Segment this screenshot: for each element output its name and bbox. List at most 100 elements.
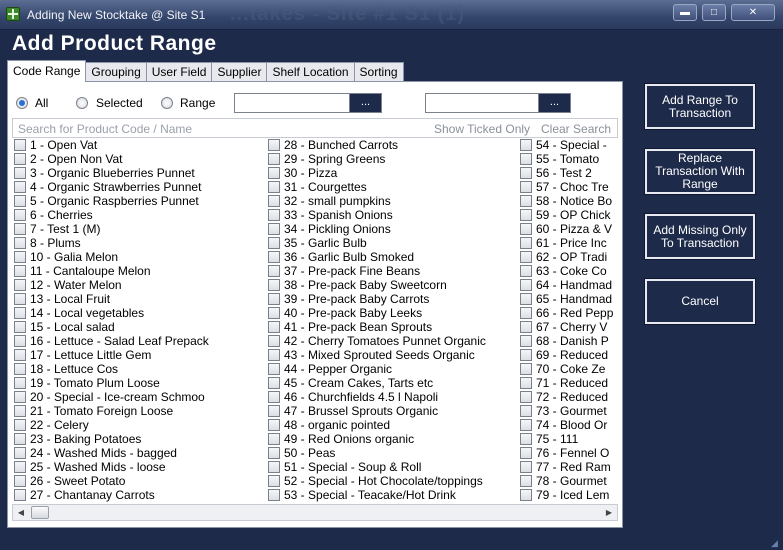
product-checkbox[interactable] bbox=[268, 475, 280, 487]
product-checkbox[interactable] bbox=[14, 475, 26, 487]
maximize-button[interactable]: □ bbox=[702, 4, 726, 21]
radio-range-label[interactable]: Range bbox=[180, 96, 215, 110]
product-checkbox[interactable] bbox=[268, 279, 280, 291]
product-checkbox[interactable] bbox=[520, 265, 532, 277]
product-checkbox[interactable] bbox=[268, 153, 280, 165]
product-checkbox[interactable] bbox=[14, 405, 26, 417]
product-checkbox[interactable] bbox=[268, 237, 280, 249]
product-checkbox[interactable] bbox=[520, 335, 532, 347]
product-checkbox[interactable] bbox=[268, 447, 280, 459]
scroll-thumb[interactable] bbox=[31, 506, 49, 519]
product-checkbox[interactable] bbox=[520, 195, 532, 207]
show-ticked-only-button[interactable]: Show Ticked Only bbox=[434, 122, 530, 136]
product-checkbox[interactable] bbox=[14, 293, 26, 305]
product-checkbox[interactable] bbox=[520, 391, 532, 403]
product-checkbox[interactable] bbox=[520, 405, 532, 417]
product-checkbox[interactable] bbox=[14, 251, 26, 263]
product-checkbox[interactable] bbox=[14, 321, 26, 333]
product-checkbox[interactable] bbox=[268, 223, 280, 235]
product-checkbox[interactable] bbox=[520, 475, 532, 487]
product-checkbox[interactable] bbox=[14, 181, 26, 193]
range-from-browse-button[interactable]: ... bbox=[349, 93, 382, 113]
add-range-button[interactable]: Add Range To Transaction bbox=[645, 84, 755, 129]
product-checkbox[interactable] bbox=[520, 377, 532, 389]
tab-supplier[interactable]: Supplier bbox=[211, 62, 268, 82]
product-checkbox[interactable] bbox=[268, 349, 280, 361]
radio-range[interactable] bbox=[161, 97, 173, 109]
product-checkbox[interactable] bbox=[520, 349, 532, 361]
product-checkbox[interactable] bbox=[520, 447, 532, 459]
add-missing-button[interactable]: Add Missing Only To Transaction bbox=[645, 214, 755, 259]
product-checkbox[interactable] bbox=[268, 307, 280, 319]
product-checkbox[interactable] bbox=[14, 377, 26, 389]
product-checkbox[interactable] bbox=[268, 405, 280, 417]
product-checkbox[interactable] bbox=[14, 237, 26, 249]
tab-sorting[interactable]: Sorting bbox=[353, 62, 404, 82]
product-checkbox[interactable] bbox=[14, 363, 26, 375]
radio-selected-label[interactable]: Selected bbox=[96, 96, 143, 110]
product-checkbox[interactable] bbox=[268, 167, 280, 179]
product-checkbox[interactable] bbox=[520, 251, 532, 263]
product-checkbox[interactable] bbox=[268, 293, 280, 305]
product-checkbox[interactable] bbox=[268, 377, 280, 389]
product-checkbox[interactable] bbox=[520, 433, 532, 445]
product-checkbox[interactable] bbox=[268, 391, 280, 403]
resize-grip-icon[interactable]: ◢ bbox=[771, 538, 781, 548]
product-checkbox[interactable] bbox=[520, 461, 532, 473]
product-checkbox[interactable] bbox=[14, 265, 26, 277]
product-checkbox[interactable] bbox=[268, 419, 280, 431]
product-checkbox[interactable] bbox=[520, 293, 532, 305]
product-checkbox[interactable] bbox=[14, 447, 26, 459]
product-checkbox[interactable] bbox=[14, 279, 26, 291]
scroll-left-icon[interactable]: ◀ bbox=[13, 505, 29, 520]
scroll-right-icon[interactable]: ▶ bbox=[601, 505, 617, 520]
horizontal-scrollbar[interactable]: ◀ ▶ bbox=[12, 504, 618, 521]
range-from-input[interactable] bbox=[234, 93, 350, 113]
product-checkbox[interactable] bbox=[14, 433, 26, 445]
product-checkbox[interactable] bbox=[14, 391, 26, 403]
product-checkbox[interactable] bbox=[14, 419, 26, 431]
product-checkbox[interactable] bbox=[268, 251, 280, 263]
product-checkbox[interactable] bbox=[520, 237, 532, 249]
product-checkbox[interactable] bbox=[268, 489, 280, 501]
radio-all-label[interactable]: All bbox=[35, 96, 48, 110]
product-checkbox[interactable] bbox=[268, 181, 280, 193]
product-checkbox[interactable] bbox=[268, 209, 280, 221]
range-to-input[interactable] bbox=[425, 93, 541, 113]
product-checkbox[interactable] bbox=[268, 363, 280, 375]
product-checkbox[interactable] bbox=[520, 419, 532, 431]
product-checkbox[interactable] bbox=[268, 321, 280, 333]
product-checkbox[interactable] bbox=[14, 153, 26, 165]
tab-user-field[interactable]: User Field bbox=[145, 62, 213, 82]
product-checkbox[interactable] bbox=[14, 489, 26, 501]
product-checkbox[interactable] bbox=[14, 167, 26, 179]
product-checkbox[interactable] bbox=[520, 139, 532, 151]
product-checkbox[interactable] bbox=[14, 349, 26, 361]
product-checkbox[interactable] bbox=[520, 181, 532, 193]
clear-search-button[interactable]: Clear Search bbox=[541, 122, 611, 136]
minimize-button[interactable]: ▬ bbox=[673, 4, 697, 21]
close-button[interactable]: ✕ bbox=[731, 4, 775, 21]
tab-shelf-location[interactable]: Shelf Location bbox=[266, 62, 355, 82]
product-checkbox[interactable] bbox=[14, 461, 26, 473]
product-checkbox[interactable] bbox=[520, 167, 532, 179]
replace-transaction-button[interactable]: Replace Transaction With Range bbox=[645, 149, 755, 194]
product-checkbox[interactable] bbox=[520, 321, 532, 333]
product-checkbox[interactable] bbox=[520, 209, 532, 221]
product-checkbox[interactable] bbox=[268, 335, 280, 347]
product-checkbox[interactable] bbox=[520, 489, 532, 501]
product-checkbox[interactable] bbox=[14, 195, 26, 207]
product-checkbox[interactable] bbox=[268, 265, 280, 277]
product-checkbox[interactable] bbox=[520, 307, 532, 319]
range-to-browse-button[interactable]: ... bbox=[538, 93, 571, 113]
product-checkbox[interactable] bbox=[520, 279, 532, 291]
tab-code-range[interactable]: Code Range bbox=[7, 60, 87, 82]
product-checkbox[interactable] bbox=[14, 335, 26, 347]
product-checkbox[interactable] bbox=[520, 153, 532, 165]
product-checkbox[interactable] bbox=[14, 223, 26, 235]
product-checkbox[interactable] bbox=[14, 209, 26, 221]
product-checkbox[interactable] bbox=[268, 461, 280, 473]
product-checkbox[interactable] bbox=[14, 139, 26, 151]
cancel-button[interactable]: Cancel bbox=[645, 279, 755, 324]
product-checkbox[interactable] bbox=[520, 223, 532, 235]
